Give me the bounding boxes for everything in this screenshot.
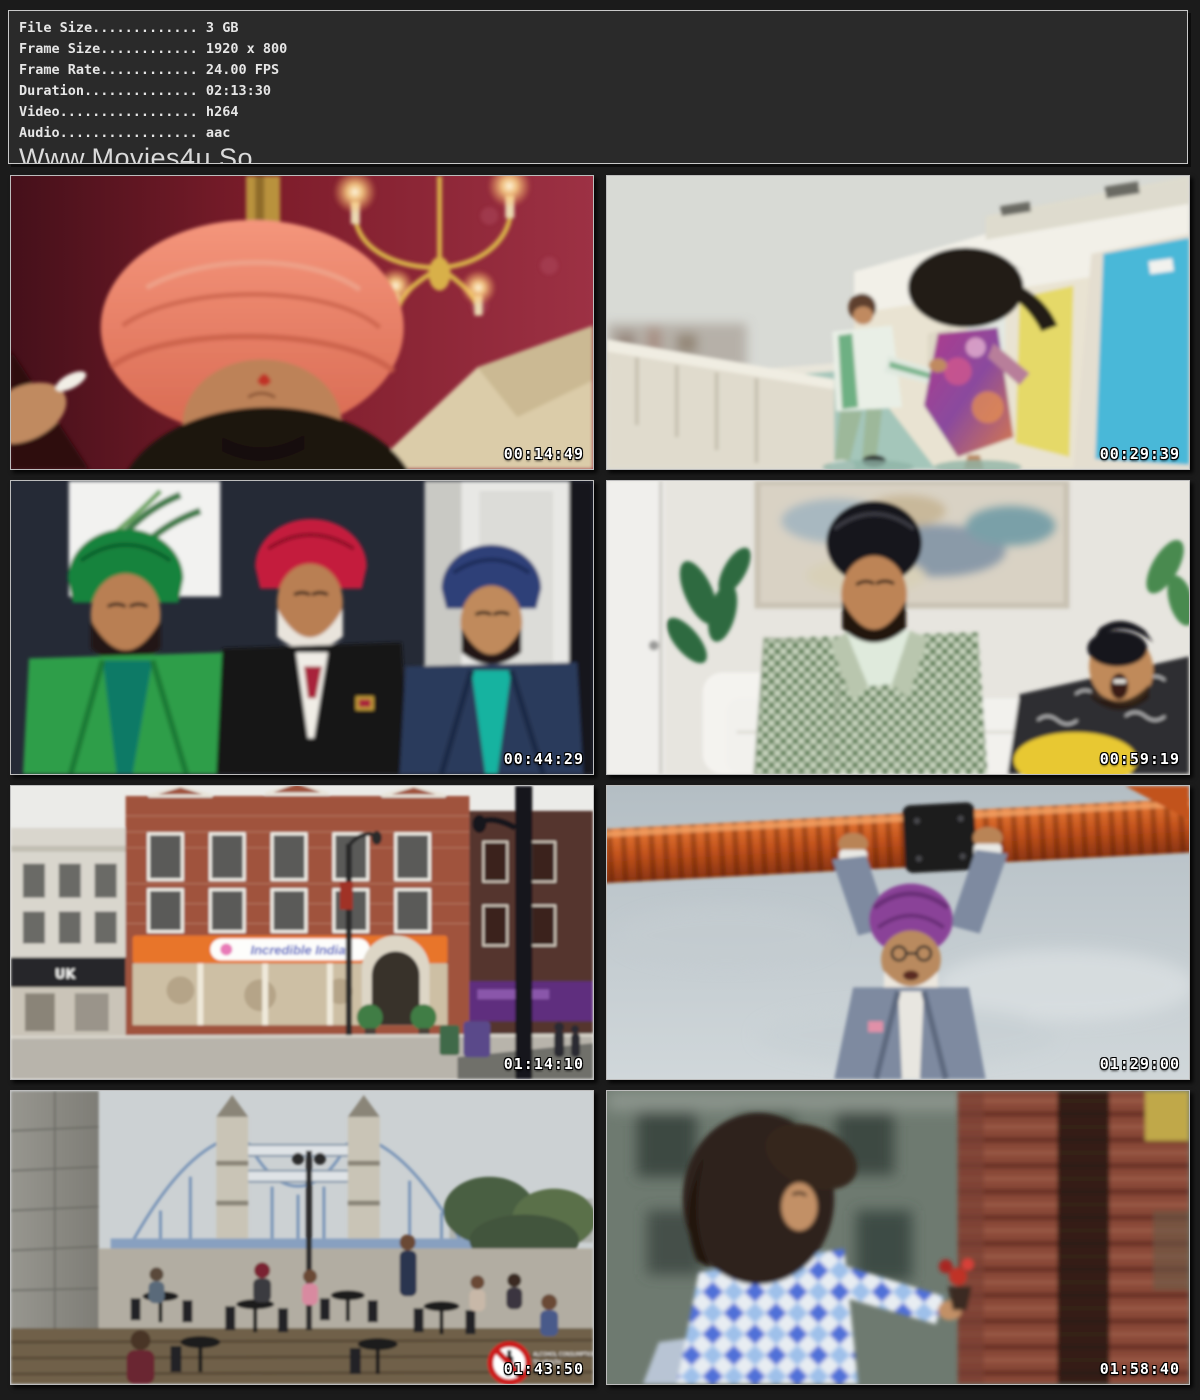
frame-rate-line: Frame Rate............ 24.00 FPS <box>19 60 1187 81</box>
screenshot-thumbnail-5: UK <box>10 785 594 1080</box>
timestamp-overlay: 00:59:19 <box>1100 752 1180 767</box>
alcohol-warning-text-line1: ALCOHOL CONSUMPTION IS INJURIOUS <box>533 1352 593 1358</box>
screenshot-thumbnail-2: 00:29:39 <box>606 175 1190 470</box>
frame-size-line: Frame Size............ 1920 x 800 <box>19 39 1187 60</box>
screenshot-grid: 00:14:49 <box>10 175 1190 1385</box>
screenshot-thumbnail-8: 01:58:40 <box>606 1090 1190 1385</box>
screenshot-thumbnail-7: ALCOHOL CONSUMPTION IS INJURIOUS TO HEAL… <box>10 1090 594 1385</box>
timestamp-overlay: 01:43:50 <box>504 1362 584 1377</box>
timestamp-overlay: 01:14:10 <box>504 1057 584 1072</box>
scene-hanging-pipe <box>607 786 1189 1079</box>
scene-beach-huts <box>607 176 1189 469</box>
scene-living-room <box>607 481 1189 774</box>
site-watermark: Www.Movies4u.So <box>19 144 1187 164</box>
timestamp-overlay: 01:58:40 <box>1100 1362 1180 1377</box>
scene-three-men <box>11 481 593 774</box>
scene-red-room <box>11 176 593 469</box>
scene-motion-blur <box>607 1091 1189 1384</box>
storefront-sign-text: Incredible India <box>251 942 346 957</box>
screenshot-thumbnail-6: 01:29:00 <box>606 785 1190 1080</box>
timestamp-overlay: 01:29:00 <box>1100 1057 1180 1072</box>
screenshot-thumbnail-4: 00:59:19 <box>606 480 1190 775</box>
screenshot-thumbnail-3: 00:44:29 <box>10 480 594 775</box>
left-shop-sign-text: UK <box>55 967 77 982</box>
scene-london-street: UK <box>11 786 593 1079</box>
timestamp-overlay: 00:29:39 <box>1100 447 1180 462</box>
media-info-panel: File Size............. 3 GB Frame Size..… <box>8 10 1188 164</box>
scene-tower-bridge-cafe: ALCOHOL CONSUMPTION IS INJURIOUS TO HEAL… <box>11 1091 593 1384</box>
video-codec-line: Video................. h264 <box>19 102 1187 123</box>
screenshot-thumbnail-1: 00:14:49 <box>10 175 594 470</box>
duration-line: Duration.............. 02:13:30 <box>19 81 1187 102</box>
timestamp-overlay: 00:14:49 <box>504 447 584 462</box>
audio-codec-line: Audio................. aac <box>19 123 1187 144</box>
timestamp-overlay: 00:44:29 <box>504 752 584 767</box>
file-size-line: File Size............. 3 GB <box>19 18 1187 39</box>
